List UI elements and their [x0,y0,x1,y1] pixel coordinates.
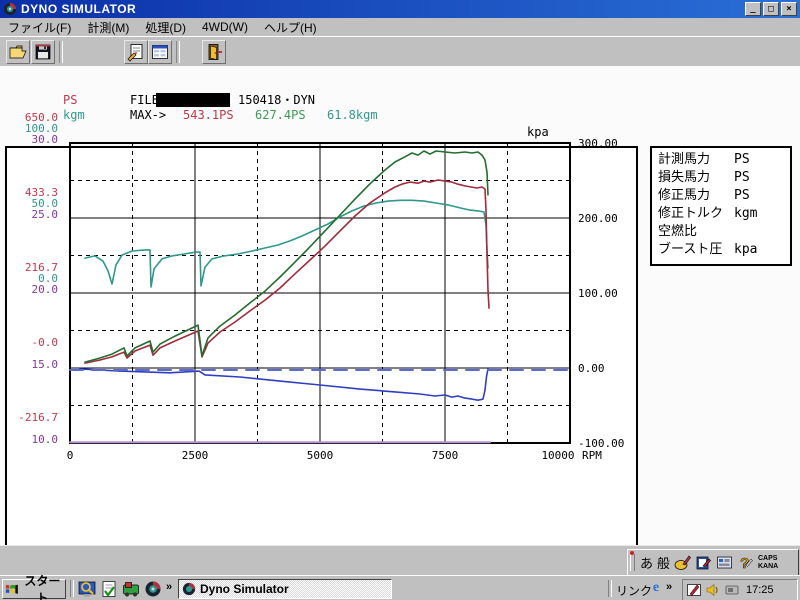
legend-row: 修正トルク kgm [658,206,758,221]
minimize-button[interactable]: _ [745,2,761,16]
legend-rows: 計測馬力 PS 損失馬力 PS 修正馬力 PS 修正トルク kgm 空燃比ブースト圧 kpa [652,151,790,259]
report-button[interactable] [124,40,148,64]
chart-panel [5,146,638,593]
internet-explorer-icon[interactable]: e [648,580,664,596]
start-button[interactable]: スタート [2,574,66,600]
ime-input-mode[interactable]: あ [638,553,655,572]
volume-icon[interactable] [705,582,721,598]
left-axis-unit-ps: PS [63,93,78,107]
links-overflow-chevron[interactable]: » [666,581,672,593]
task-button-icon [182,582,196,596]
legend-row: ブースト圧 kpa [658,242,758,257]
toolbar-separator [176,41,180,63]
quick-launch-search-icon[interactable] [78,580,96,598]
left-axis-unit-kgm: kgm [63,108,85,122]
titlebar: DYNO SIMULATOR _ □ × [0,0,800,18]
report-page-icon [127,44,143,62]
menu-item[interactable]: ヘルプ(H) [256,18,325,37]
quick-launch-dyno-icon[interactable] [144,580,162,598]
max-corrected-power: 627.4PS [255,108,306,122]
ime-help-icon[interactable]: ? [736,553,755,572]
menubar: ファイル(F) 計測(M) 処理(D) 4WD(W) ヘルプ(H) [0,18,800,36]
monitor-window-button[interactable] [148,40,172,64]
exit-door-icon [208,44,222,60]
window-grid-icon [152,45,168,59]
client-area: 計測馬力 PS 損失馬力 PS 修正馬力 PS 修正トルク kgm 空燃比ブースト圧 kpa [0,66,800,593]
task-button-label: Dyno Simulator [200,582,289,596]
open-folder-icon [9,45,27,59]
save-button[interactable] [31,40,55,64]
window-title: DYNO SIMULATOR [21,2,137,16]
quick-launch-document-icon[interactable] [100,580,118,598]
close-button[interactable]: × [781,2,797,16]
ime-pen-tool-icon[interactable] [673,553,692,572]
taskbar-separator [70,580,74,597]
open-file-button[interactable] [6,40,30,64]
menu-item[interactable]: 処理(D) [137,18,194,37]
toolbar [0,36,800,68]
max-torque: 61.8kgm [327,108,378,122]
legend-row: 計測馬力 PS [658,152,750,167]
task-button-dyno-simulator[interactable]: Dyno Simulator [178,579,392,599]
max-measured-power: 543.1PS [183,108,234,122]
quick-launch-overflow-chevron[interactable]: » [166,581,172,593]
windows-logo-icon [5,584,18,594]
taskbar: スタート » Dyno Simulator リンク e » 17:25 [0,574,800,600]
file-suffix: 150418・DYN [238,93,316,107]
tablet-pen-icon[interactable] [686,582,702,598]
links-toolbar-label[interactable]: リンク [616,582,652,599]
start-button-label: スタート [24,574,61,600]
pc-card-icon[interactable] [724,582,740,598]
taskbar-separator [608,580,612,597]
max-label: MAX-> [130,108,167,122]
ime-pad-icon[interactable] [715,553,734,572]
legend-row: 修正馬力 PS [658,188,750,203]
maximize-button[interactable]: □ [763,2,779,16]
legend: 計測馬力 PS 損失馬力 PS 修正馬力 PS 修正トルク kgm 空燃比ブースト圧 kpa [650,146,792,266]
toolbar-separator [59,41,63,63]
screen: DYNO SIMULATOR _ □ × ファイル(F) 計測(M) 処理(D) 4W… [0,0,800,600]
system-tray: 17:25 [682,579,798,600]
ime-conversion-mode[interactable]: 般 [655,553,672,572]
menu-item[interactable]: 4WD(W) [194,19,256,35]
floppy-disk-icon [35,44,51,60]
app-icon [3,2,17,16]
quick-launch-app-icon[interactable] [122,580,140,598]
menu-item[interactable]: ファイル(F) [0,18,79,37]
status-band: あ 般 ? CAPS KANA [0,545,800,576]
legend-row: 空燃比 [658,224,698,239]
legend-row: 損失馬力 PS [658,170,750,185]
ime-caps-kana-status[interactable]: CAPS KANA [758,555,778,571]
tray-clock: 17:25 [746,584,774,596]
ime-drag-handle[interactable] [630,554,635,571]
ime-indicator-dot [630,551,634,555]
redacted-filename [156,93,230,107]
menu-item[interactable]: 計測(M) [79,18,137,37]
exit-button[interactable] [202,40,226,64]
ime-dictionary-icon[interactable] [694,553,713,572]
ime-toolbar[interactable]: あ 般 ? CAPS KANA [627,549,799,576]
